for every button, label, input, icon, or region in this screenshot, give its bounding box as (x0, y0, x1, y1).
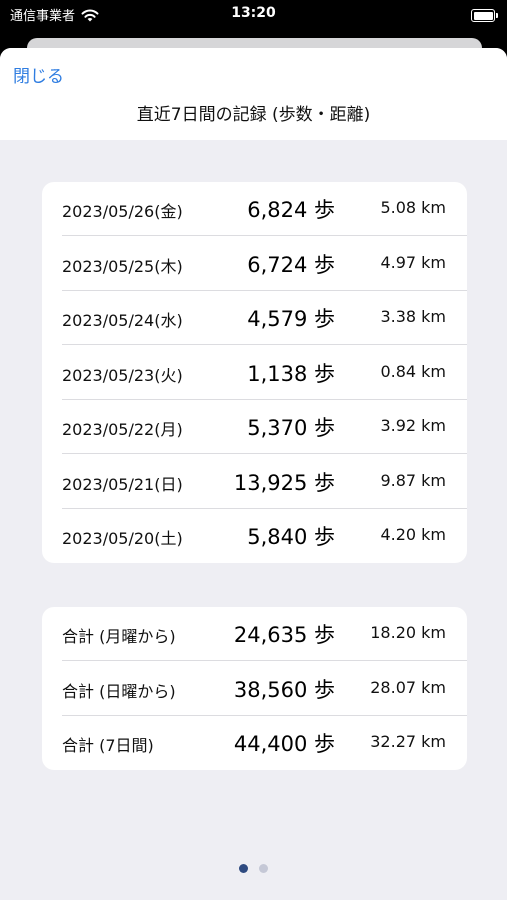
total-label: 合計 (日曜から) (62, 681, 176, 701)
record-date: 2023/05/24(水) (62, 311, 183, 330)
record-steps: 4,579 歩 (247, 307, 335, 331)
total-row: 合計 (日曜から) 38,560 歩 28.07 km (42, 662, 467, 716)
record-date: 2023/05/25(木) (62, 256, 183, 276)
record-steps: 1,138 歩 (247, 361, 335, 386)
daily-row: 2023/05/25(木) 6,724 歩 4.97 km (42, 237, 467, 291)
total-steps: 44,400 歩 (233, 732, 335, 756)
record-date: 2023/05/22(月) (62, 420, 183, 439)
total-distance: 32.27 km (370, 732, 446, 751)
daily-row: 2023/05/21(日) 13,925 歩 9.87 km (42, 455, 467, 509)
page-dot-active[interactable] (239, 864, 248, 873)
record-steps: 13,925 歩 (233, 470, 335, 495)
record-steps: 5,840 歩 (247, 525, 335, 549)
navigation-bar: 閉じる 直近7日間の記録 (歩数・距離) (0, 48, 507, 140)
daily-row: 2023/05/26(金) 6,824 歩 5.08 km (42, 182, 467, 236)
modal-sheet: 閉じる 直近7日間の記録 (歩数・距離) 2023/05/26(金) 6,824… (0, 48, 507, 900)
daily-row: 2023/05/24(水) 4,579 歩 3.38 km (42, 291, 467, 345)
daily-row: 2023/05/22(月) 5,370 歩 3.92 km (42, 400, 467, 454)
battery-icon (471, 9, 498, 22)
total-steps: 38,560 歩 (233, 677, 335, 702)
total-row: 合計 (7日間) 44,400 歩 32.27 km (42, 716, 467, 770)
close-button[interactable]: 閉じる (13, 62, 64, 87)
page-indicator[interactable] (0, 864, 507, 873)
record-date: 2023/05/20(土) (62, 529, 183, 548)
record-distance: 9.87 km (380, 470, 446, 490)
record-distance: 4.20 km (380, 525, 446, 544)
daily-row: 2023/05/23(火) 1,138 歩 0.84 km (42, 346, 467, 400)
record-distance: 5.08 km (380, 198, 446, 217)
record-date: 2023/05/23(火) (62, 365, 183, 385)
record-date: 2023/05/21(日) (62, 474, 183, 494)
record-steps: 6,824 歩 (247, 198, 335, 222)
total-steps: 24,635 歩 (233, 623, 335, 647)
daily-records-list: 2023/05/26(金) 6,824 歩 5.08 km 2023/05/25… (42, 182, 467, 563)
total-distance: 18.20 km (370, 623, 446, 642)
record-distance: 3.38 km (380, 307, 446, 326)
record-distance: 0.84 km (380, 361, 446, 381)
daily-row: 2023/05/20(土) 5,840 歩 4.20 km (42, 509, 467, 563)
total-row: 合計 (月曜から) 24,635 歩 18.20 km (42, 607, 467, 661)
totals-list: 合計 (月曜から) 24,635 歩 18.20 km 合計 (日曜から) 38… (42, 607, 467, 770)
record-steps: 5,370 歩 (247, 416, 335, 440)
total-label: 合計 (7日間) (62, 736, 154, 755)
page-title: 直近7日間の記録 (歩数・距離) (136, 105, 371, 125)
total-label: 合計 (月曜から) (62, 627, 176, 646)
record-distance: 3.92 km (380, 416, 446, 435)
total-distance: 28.07 km (370, 677, 446, 697)
record-date: 2023/05/26(金) (62, 202, 183, 221)
status-bar: 通信事業者 13:20 (0, 0, 507, 32)
clock: 13:20 (231, 5, 276, 21)
page-dot[interactable] (259, 864, 268, 873)
record-distance: 4.97 km (380, 252, 446, 272)
record-steps: 6,724 歩 (247, 252, 335, 277)
